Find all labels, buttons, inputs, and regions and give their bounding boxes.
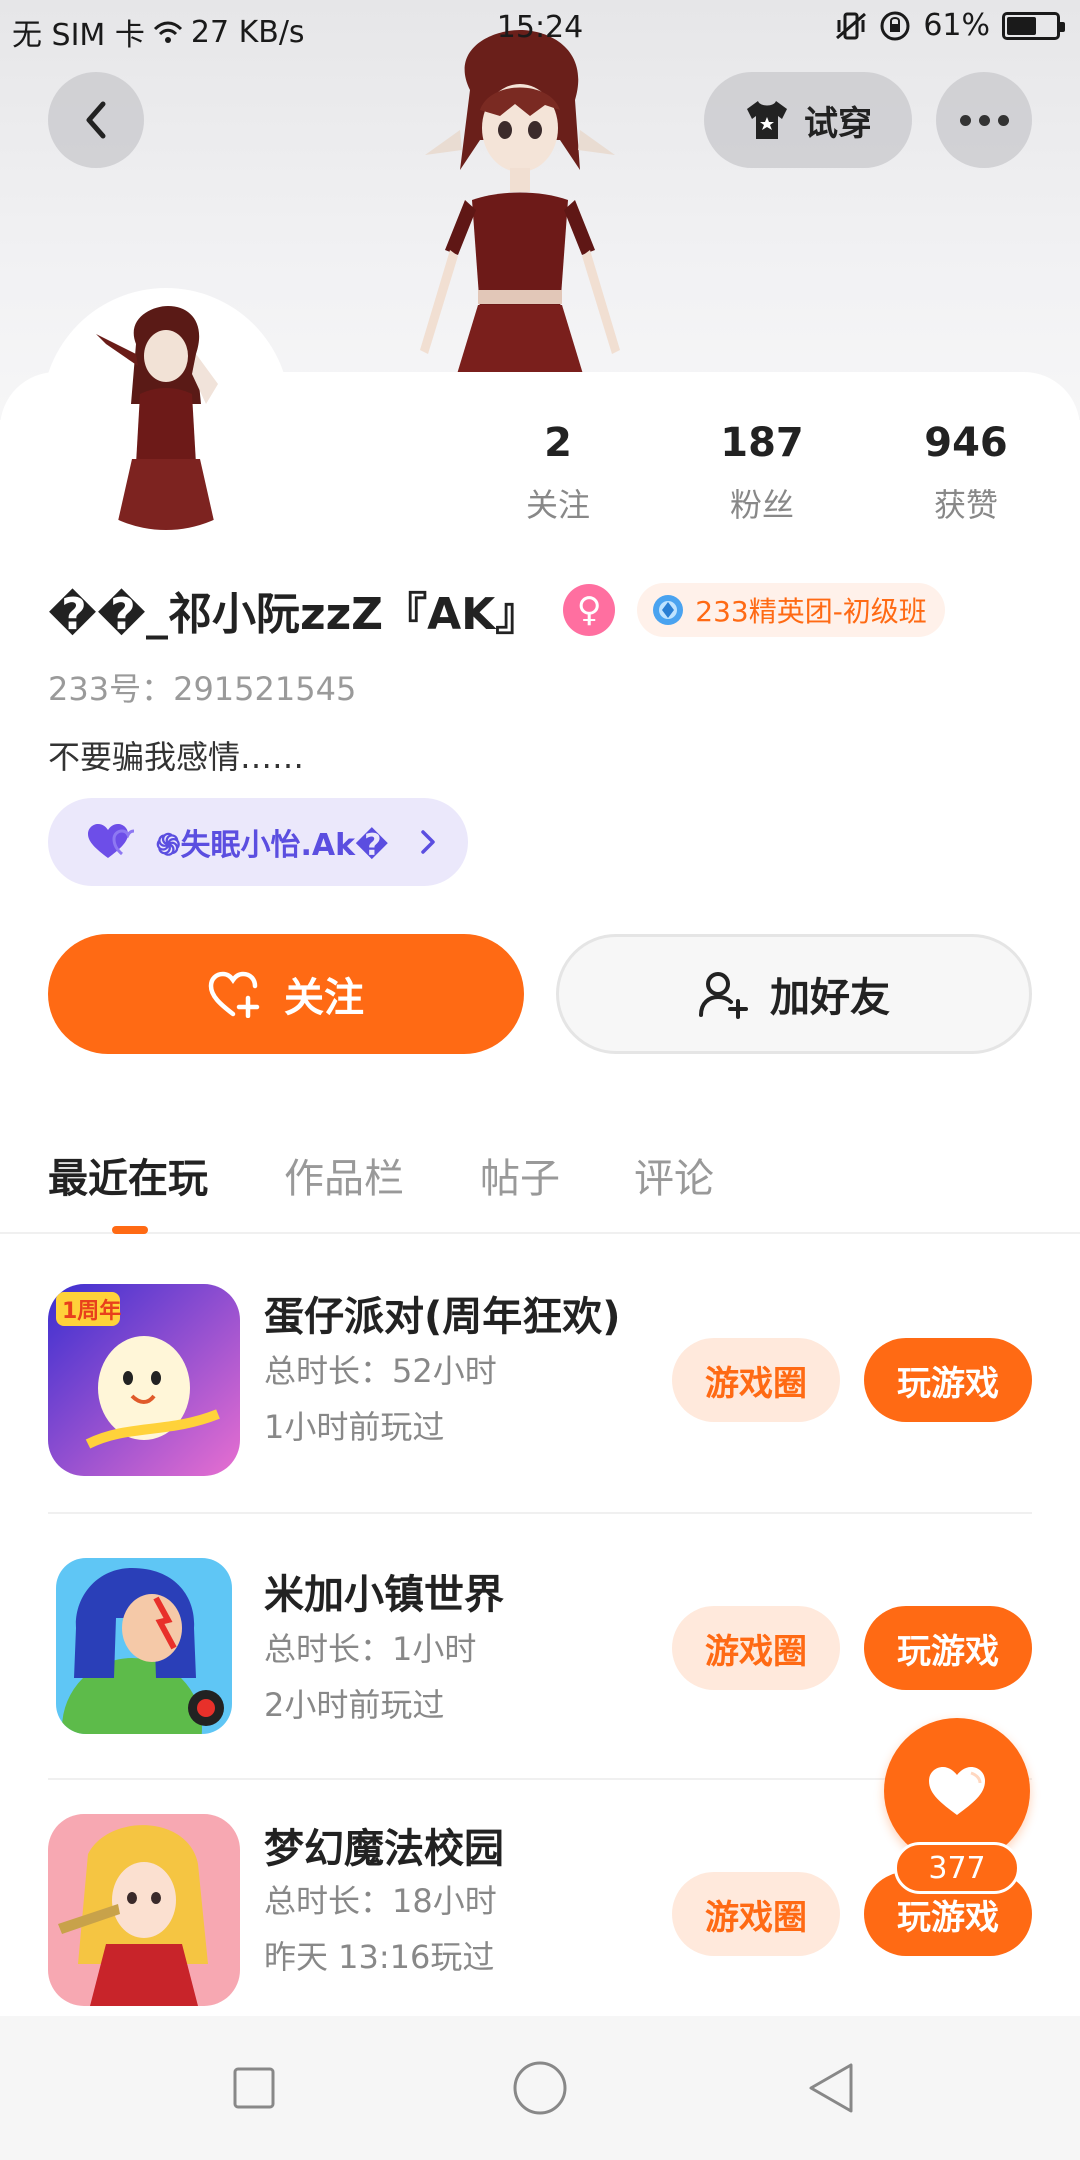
user-name: ��_祁小阮zzZ『AK』: [48, 589, 540, 640]
play-game-button[interactable]: 玩游戏: [864, 1338, 1032, 1422]
stat-following-label: 关注: [525, 486, 590, 524]
stat-followers-value: 187: [720, 420, 804, 466]
game-circle-button[interactable]: 游戏圈: [672, 1872, 840, 1956]
add-friend-label: 加好友: [770, 975, 890, 1021]
tab-posts[interactable]: 帖子: [480, 1146, 560, 1204]
female-icon: ♀: [563, 584, 616, 636]
game-title: 蛋仔派对(周年狂欢): [264, 1294, 621, 1340]
add-friend-button[interactable]: 加好友: [556, 934, 1032, 1054]
profile-tabs: 最近在玩 作品栏 帖子 评论: [0, 1138, 1080, 1234]
tshirt-icon: [747, 101, 787, 139]
game-duration: 总时长：18小时: [264, 1882, 497, 1920]
stat-followers[interactable]: 187 粉丝: [672, 418, 852, 526]
lock-rotation-icon: [880, 11, 910, 40]
stat-likes-label: 获赞: [933, 486, 998, 524]
user-id: 233号：291521545: [48, 670, 357, 708]
more-dots-icon: [959, 114, 971, 126]
status-bar: 无 SIM 卡 27 KB/s 15:24 61%: [0, 0, 1080, 56]
game-circle-button[interactable]: 游戏圈: [672, 1606, 840, 1690]
play-game-button[interactable]: 玩游戏: [864, 1606, 1032, 1690]
game-circle-button[interactable]: 游戏圈: [672, 1338, 840, 1422]
battery-icon: [1002, 11, 1065, 40]
stat-followers-label: 粉丝: [729, 486, 794, 524]
game-title: 米加小镇世界: [264, 1572, 504, 1618]
square-icon: [233, 2067, 275, 2109]
tab-recently-played[interactable]: 最近在玩: [48, 1146, 208, 1204]
status-right: 61%: [835, 8, 1065, 43]
home-button[interactable]: [508, 2056, 572, 2120]
game-duration: 总时长：1小时: [264, 1630, 477, 1668]
battery-level: [1007, 16, 1036, 35]
gem-badge-icon: [653, 595, 684, 625]
game-icon-image: 1周年: [48, 1284, 240, 1476]
back-nav-button[interactable]: [798, 2056, 862, 2120]
elite-badge[interactable]: 233精英团-初级班: [637, 583, 945, 637]
game-last-played: 1小时前玩过: [264, 1408, 445, 1446]
avatar[interactable]: [48, 294, 284, 530]
game-icon-image: [56, 1558, 232, 1734]
recent-apps-button[interactable]: [222, 2056, 286, 2120]
circle-icon: [513, 2061, 567, 2115]
cp-name: ֍失眠小怡.Ak�: [156, 828, 389, 863]
stat-following-value: 2: [544, 420, 572, 466]
try-on-button[interactable]: 试穿: [704, 72, 912, 168]
vibrate-icon: [836, 12, 867, 39]
follow-button[interactable]: 关注: [48, 934, 524, 1054]
chevron-right-icon: [421, 830, 435, 854]
game-icon-image: [48, 1814, 240, 2006]
chevron-left-icon: [86, 101, 106, 139]
game-duration: 总时长：52小时: [264, 1352, 497, 1390]
game-last-played: 昨天 13:16玩过: [264, 1938, 495, 1976]
battery-percent: 61%: [923, 8, 990, 43]
back-button[interactable]: [48, 72, 144, 168]
game-row[interactable]: 1周年 蛋仔派对(周年狂欢) 总时长：52小时 1小时前玩过 游戏圈 玩游戏: [0, 1262, 1080, 1528]
name-row: ��_祁小阮zzZ『AK』 ♀ 233精英团-初级班: [48, 578, 945, 642]
triangle-back-icon: [809, 2063, 853, 2113]
like-count: 377: [894, 1842, 1020, 1894]
tab-active-indicator: [112, 1226, 148, 1234]
heart-plus-icon: [208, 971, 260, 1018]
add-user-icon: [699, 972, 748, 1019]
game-last-played: 2小时前玩过: [264, 1686, 445, 1724]
tab-comments[interactable]: 评论: [634, 1146, 714, 1204]
avatar-figure: [48, 294, 284, 530]
user-bio: 不要骗我感情……: [48, 738, 305, 776]
try-on-label: 试穿: [804, 103, 872, 144]
cp-relation-chip[interactable]: ֍失眠小怡.Ak�: [48, 798, 468, 886]
tab-works[interactable]: 作品栏: [284, 1146, 404, 1204]
heart-icon: [929, 1767, 985, 1815]
stat-following[interactable]: 2 关注: [468, 418, 648, 526]
stat-likes[interactable]: 946 获赞: [876, 418, 1056, 526]
elite-badge-label: 233精英团-初级班: [695, 595, 927, 628]
svg-text:1周年: 1周年: [62, 1298, 121, 1324]
follow-label: 关注: [284, 975, 364, 1021]
more-button[interactable]: [936, 72, 1032, 168]
game-icon-eggy-party[interactable]: 1周年: [48, 1284, 240, 1476]
game-title: 梦幻魔法校园: [264, 1826, 504, 1872]
divider: [48, 1512, 1032, 1514]
stat-likes-value: 946: [924, 420, 1008, 466]
purple-heart-icon: [88, 824, 135, 858]
system-nav-bar: [0, 2016, 1080, 2160]
game-icon-magic-school[interactable]: [48, 1814, 240, 2006]
game-icon-miga-town[interactable]: [56, 1558, 232, 1734]
